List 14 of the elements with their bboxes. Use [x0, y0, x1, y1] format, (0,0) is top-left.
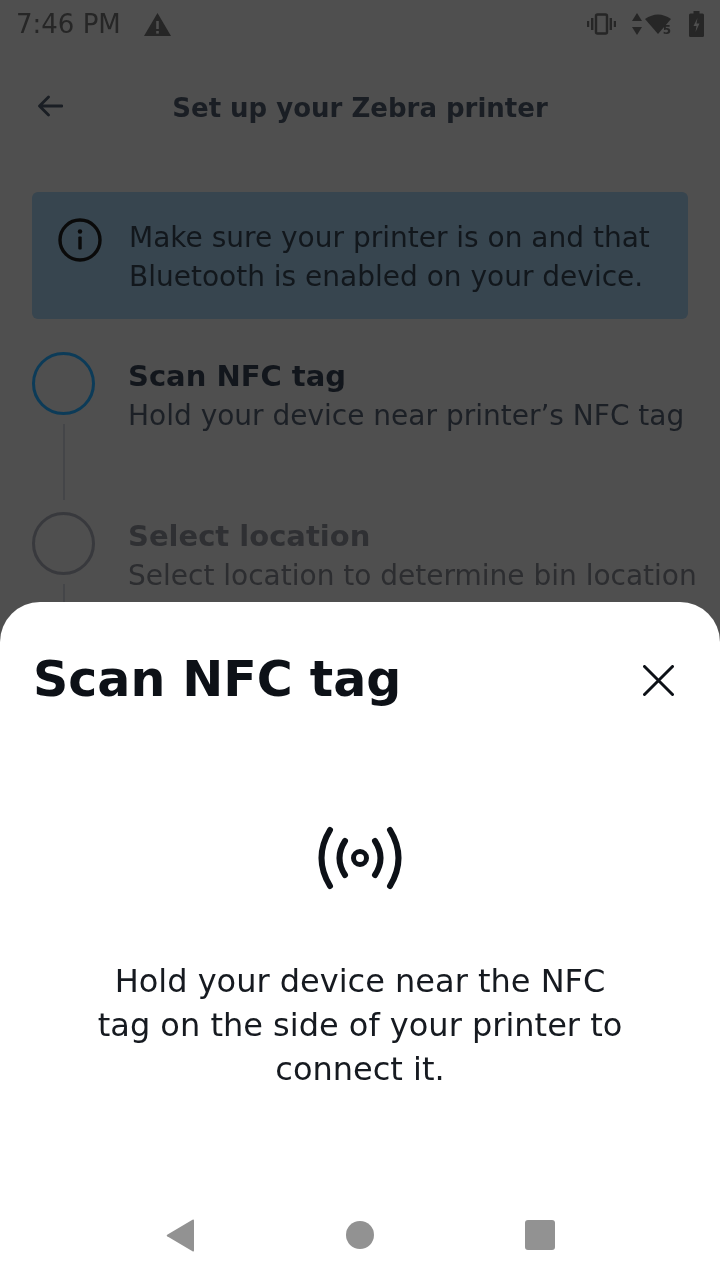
wifi-icon: [644, 14, 671, 34]
back-triangle-icon: [165, 1218, 195, 1252]
sheet-message: Hold your device near the NFC tag on the side of your printer to connect it.: [96, 961, 624, 1090]
warning-icon: [143, 12, 171, 36]
home-circle-icon: [346, 1221, 374, 1249]
close-icon: [642, 664, 674, 696]
data-arrows-icon: [631, 13, 642, 35]
back-arrow-icon: [37, 95, 63, 117]
step-title: Scan NFC tag: [128, 358, 348, 395]
vibrate-icon: [586, 13, 616, 35]
sheet-title: Scan NFC tag: [33, 650, 402, 710]
battery-charging-icon: [689, 11, 704, 37]
recents-square-icon: [525, 1220, 555, 1250]
info-icon: [58, 218, 102, 262]
